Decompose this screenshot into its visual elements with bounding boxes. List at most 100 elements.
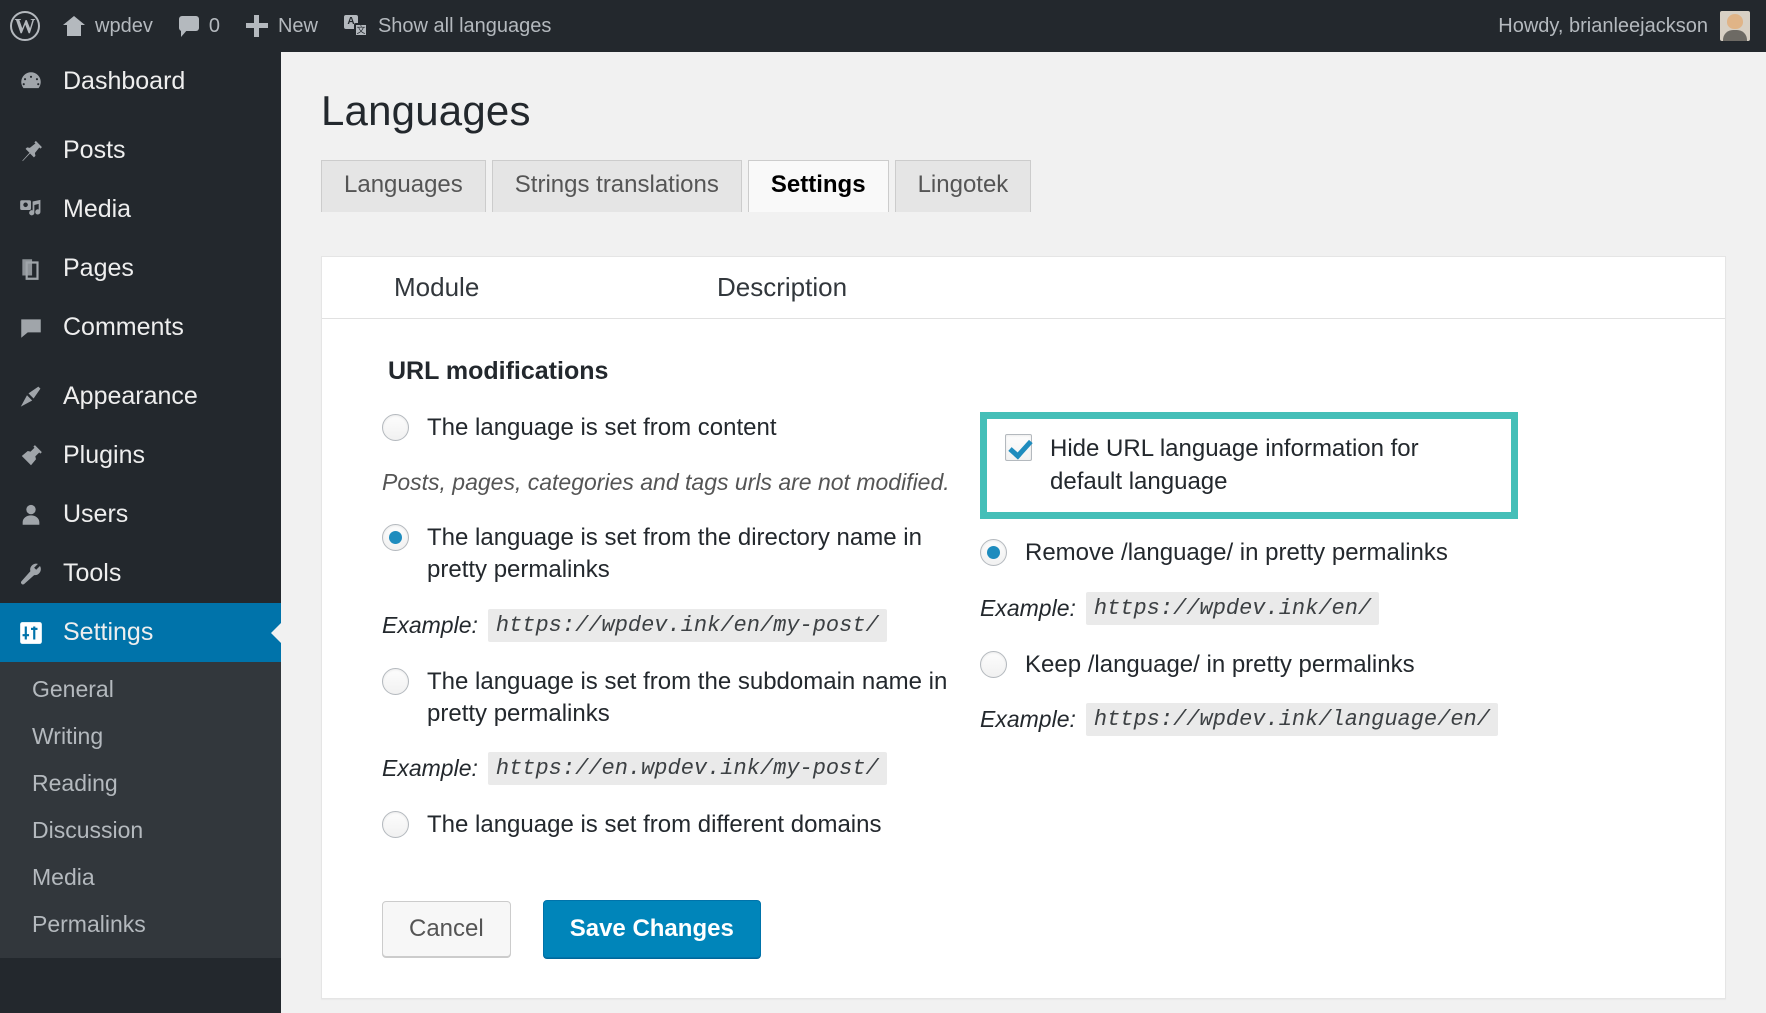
example-label: Example:: [980, 706, 1076, 733]
option-hide-url-language[interactable]: Hide URL language information for defaul…: [1005, 433, 1493, 498]
settings-submenu: General Writing Reading Discussion Media…: [0, 662, 281, 958]
my-account-menu[interactable]: Howdy, brianleejackson: [1486, 0, 1766, 52]
tab-strings-translations[interactable]: Strings translations: [492, 160, 742, 212]
sidebar-item-label: Pages: [63, 254, 134, 283]
submenu-item-writing[interactable]: Writing: [0, 713, 281, 760]
translate-icon: A 文: [344, 15, 368, 37]
sidebar-item-pages[interactable]: Pages: [0, 239, 281, 298]
submenu-item-media[interactable]: Media: [0, 854, 281, 901]
sidebar-separator: [0, 111, 281, 121]
radio-language-from-subdomain[interactable]: [382, 668, 409, 695]
sidebar-item-label: Plugins: [63, 441, 145, 470]
option-language-from-domains[interactable]: The language is set from different domai…: [382, 809, 972, 841]
radio-language-from-domains[interactable]: [382, 811, 409, 838]
option-remove-language-slug[interactable]: Remove /language/ in pretty permalinks: [980, 537, 1725, 569]
sidebar-item-users[interactable]: Users: [0, 485, 281, 544]
cancel-button[interactable]: Cancel: [382, 901, 511, 957]
comments-menu[interactable]: 0: [166, 0, 233, 52]
pin-icon: [16, 136, 46, 166]
new-content-menu[interactable]: New: [233, 0, 331, 52]
option-label: The language is set from different domai…: [427, 809, 881, 841]
sidebar-item-label: Tools: [63, 559, 121, 588]
plus-icon: [246, 15, 268, 37]
url-mode-column: The language is set from content Posts, …: [322, 412, 972, 865]
submenu-item-discussion[interactable]: Discussion: [0, 807, 281, 854]
radio-keep-language-slug[interactable]: [980, 651, 1007, 678]
admin-sidebar: Dashboard Posts Media Pages: [0, 52, 281, 1013]
site-name-label: wpdev: [95, 15, 153, 38]
option-label: Remove /language/ in pretty permalinks: [1025, 537, 1448, 569]
example-url: https://wpdev.ink/language/en/: [1086, 703, 1498, 736]
brush-icon: [16, 382, 46, 412]
sidebar-item-label: Appearance: [63, 382, 198, 411]
tab-languages[interactable]: Languages: [321, 160, 486, 212]
note-language-from-content: Posts, pages, categories and tags urls a…: [382, 469, 972, 496]
comment-icon: [16, 313, 46, 343]
comments-count: 0: [209, 15, 220, 38]
submenu-item-permalinks[interactable]: Permalinks: [0, 901, 281, 948]
example-label: Example:: [980, 595, 1076, 622]
sidebar-item-appearance[interactable]: Appearance: [0, 367, 281, 426]
option-label: The language is set from content: [427, 412, 777, 444]
sidebar-item-label: Users: [63, 500, 128, 529]
sidebar-item-media[interactable]: Media: [0, 180, 281, 239]
wordpress-logo-icon: W: [10, 11, 40, 41]
option-label: Keep /language/ in pretty permalinks: [1025, 649, 1415, 681]
example-keep-language: Example: https://wpdev.ink/language/en/: [980, 703, 1725, 736]
modules-panel: Module Description URL modifications The…: [321, 256, 1726, 998]
example-directory: Example: https://wpdev.ink/en/my-post/: [382, 609, 972, 642]
sidebar-separator: [0, 357, 281, 367]
radio-language-from-directory[interactable]: [382, 524, 409, 551]
example-url: https://en.wpdev.ink/my-post/: [488, 752, 887, 785]
option-language-from-content[interactable]: The language is set from content: [382, 412, 972, 444]
url-modifications-row: URL modifications The language is set fr…: [322, 319, 1725, 997]
settings-columns: The language is set from content Posts, …: [322, 412, 1725, 865]
sidebar-item-posts[interactable]: Posts: [0, 121, 281, 180]
column-header-description: Description: [717, 272, 1725, 303]
sidebar-item-settings[interactable]: Settings: [0, 603, 281, 662]
tab-lingotek[interactable]: Lingotek: [895, 160, 1032, 212]
section-title-url-modifications: URL modifications: [322, 357, 1725, 386]
option-language-from-subdomain[interactable]: The language is set from the subdomain n…: [382, 666, 972, 731]
sidebar-item-label: Comments: [63, 313, 184, 342]
media-icon: [16, 195, 46, 225]
user-icon: [16, 500, 46, 530]
dashboard-icon: [16, 67, 46, 97]
show-all-languages-menu[interactable]: A 文 Show all languages: [331, 0, 564, 52]
sidebar-item-label: Media: [63, 195, 131, 224]
option-label: The language is set from the subdomain n…: [427, 666, 972, 731]
submenu-item-reading[interactable]: Reading: [0, 760, 281, 807]
option-keep-language-slug[interactable]: Keep /language/ in pretty permalinks: [980, 649, 1725, 681]
plug-icon: [16, 441, 46, 471]
tab-settings[interactable]: Settings: [748, 160, 889, 212]
show-all-languages-label: Show all languages: [378, 15, 551, 38]
site-name-menu[interactable]: wpdev: [50, 0, 166, 52]
settings-icon: [16, 618, 46, 648]
checkbox-hide-url-language[interactable]: [1005, 434, 1032, 461]
example-label: Example:: [382, 755, 478, 782]
sidebar-item-dashboard[interactable]: Dashboard: [0, 52, 281, 111]
example-label: Example:: [382, 612, 478, 639]
radio-remove-language-slug[interactable]: [980, 539, 1007, 566]
save-changes-button[interactable]: Save Changes: [543, 900, 761, 958]
submenu-item-general[interactable]: General: [0, 666, 281, 713]
option-language-from-directory[interactable]: The language is set from the directory n…: [382, 522, 972, 587]
page-title: Languages: [281, 52, 1766, 136]
avatar: [1720, 11, 1750, 41]
example-url: https://wpdev.ink/en/: [1086, 592, 1379, 625]
sidebar-item-comments[interactable]: Comments: [0, 298, 281, 357]
form-actions: Cancel Save Changes: [322, 866, 1725, 998]
wordpress-logo-menu[interactable]: W: [0, 0, 50, 52]
nav-tab-wrapper: Languages Strings translations Settings …: [281, 160, 1766, 212]
howdy-label: Howdy, brianleejackson: [1498, 15, 1708, 38]
hide-url-highlight-box: Hide URL language information for defaul…: [980, 412, 1518, 519]
sidebar-item-plugins[interactable]: Plugins: [0, 426, 281, 485]
example-url: https://wpdev.ink/en/my-post/: [488, 609, 887, 642]
sidebar-item-label: Settings: [63, 618, 153, 647]
example-remove-language: Example: https://wpdev.ink/en/: [980, 592, 1725, 625]
home-icon: [63, 16, 85, 36]
new-label: New: [278, 15, 318, 38]
sidebar-item-tools[interactable]: Tools: [0, 544, 281, 603]
admin-bar: W wpdev 0 New A 文 Show all languages How…: [0, 0, 1766, 52]
radio-language-from-content[interactable]: [382, 414, 409, 441]
